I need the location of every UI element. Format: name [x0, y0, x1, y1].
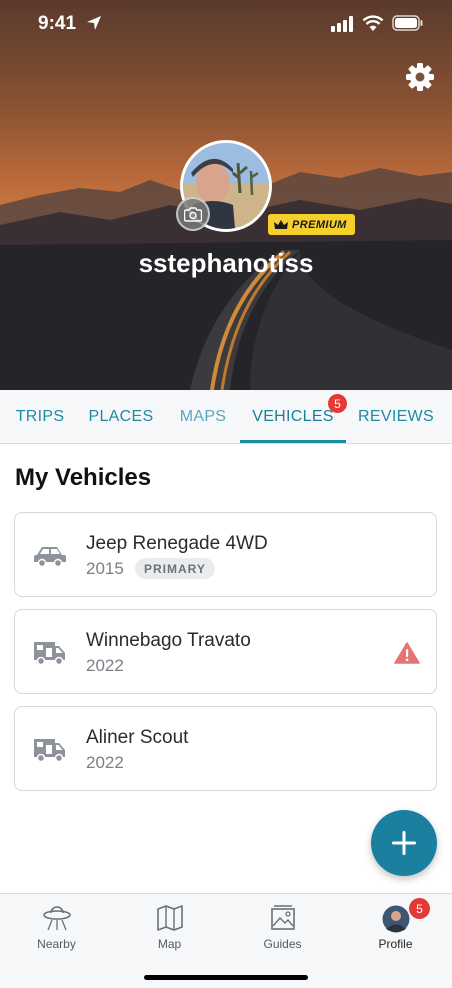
settings-button[interactable] [403, 60, 437, 94]
vehicle-name: Jeep Renegade 4WD [86, 533, 268, 554]
vehicle-year: 2022 [86, 656, 124, 675]
nav-profile[interactable]: Profile [339, 894, 452, 956]
profile-header: 9:41 PREMIUM sstephanotiss [0, 0, 452, 390]
guides-icon [270, 905, 295, 930]
nav-label: Map [157, 937, 182, 951]
nav-label: Profile [378, 937, 413, 951]
active-tab-indicator [240, 440, 346, 443]
crown-icon [274, 219, 288, 229]
battery-icon [392, 15, 423, 31]
username: sstephanotiss [138, 248, 314, 278]
nav-label: Nearby [37, 937, 76, 951]
wifi-icon [362, 15, 384, 31]
primary-badge: PRIMARY [135, 558, 215, 579]
profile-icon [382, 905, 409, 933]
cellular-signal-icon [331, 16, 353, 32]
map-icon [156, 905, 183, 931]
vehicle-name: Aliner Scout [86, 727, 189, 748]
vehicles-count-badge: 5 [328, 394, 347, 413]
camera-icon [184, 206, 202, 222]
add-vehicle-button[interactable] [371, 810, 437, 876]
vehicle-card[interactable]: Jeep Renegade 4WD 2015 PRIMARY [14, 512, 437, 597]
status-bar: 9:41 [0, 0, 452, 50]
car-icon [34, 547, 66, 568]
change-photo-button[interactable] [176, 197, 210, 231]
vehicle-year: 2015 [86, 559, 124, 578]
profile-notification-badge: 5 [409, 898, 430, 919]
vehicle-year: 2022 [86, 753, 124, 772]
vehicle-card[interactable]: Aliner Scout 2022 [14, 706, 437, 791]
home-indicator [144, 975, 308, 980]
ufo-icon [42, 906, 71, 931]
bottom-navigation: Nearby Map Guides Profile [0, 893, 452, 988]
tab-maps[interactable]: MAPS [168, 390, 238, 444]
gear-icon [406, 63, 434, 91]
premium-label: PREMIUM [292, 218, 347, 231]
section-title: My Vehicles [15, 464, 152, 491]
rv-icon [34, 739, 65, 763]
tab-places[interactable]: PLACES [80, 390, 162, 444]
nav-label: Guides [263, 937, 302, 951]
location-arrow-icon [87, 16, 101, 30]
tab-trips[interactable]: TRIPS [0, 390, 80, 444]
plus-icon [392, 831, 416, 855]
nav-map[interactable]: Map [113, 894, 226, 956]
rv-icon [34, 642, 65, 666]
vehicle-card[interactable]: Winnebago Travato 2022 [14, 609, 437, 694]
warning-icon[interactable] [394, 642, 420, 664]
vehicle-name: Winnebago Travato [86, 630, 251, 651]
nav-guides[interactable]: Guides [226, 894, 339, 956]
tab-reviews[interactable]: REVIEWS [350, 390, 442, 444]
status-time: 9:41 [38, 13, 77, 34]
profile-tabs: TRIPS PLACES MAPS VEHICLES REVIEWS [0, 390, 452, 444]
avatar-container [176, 140, 272, 232]
premium-badge: PREMIUM [268, 214, 355, 235]
nav-nearby[interactable]: Nearby [0, 894, 113, 956]
